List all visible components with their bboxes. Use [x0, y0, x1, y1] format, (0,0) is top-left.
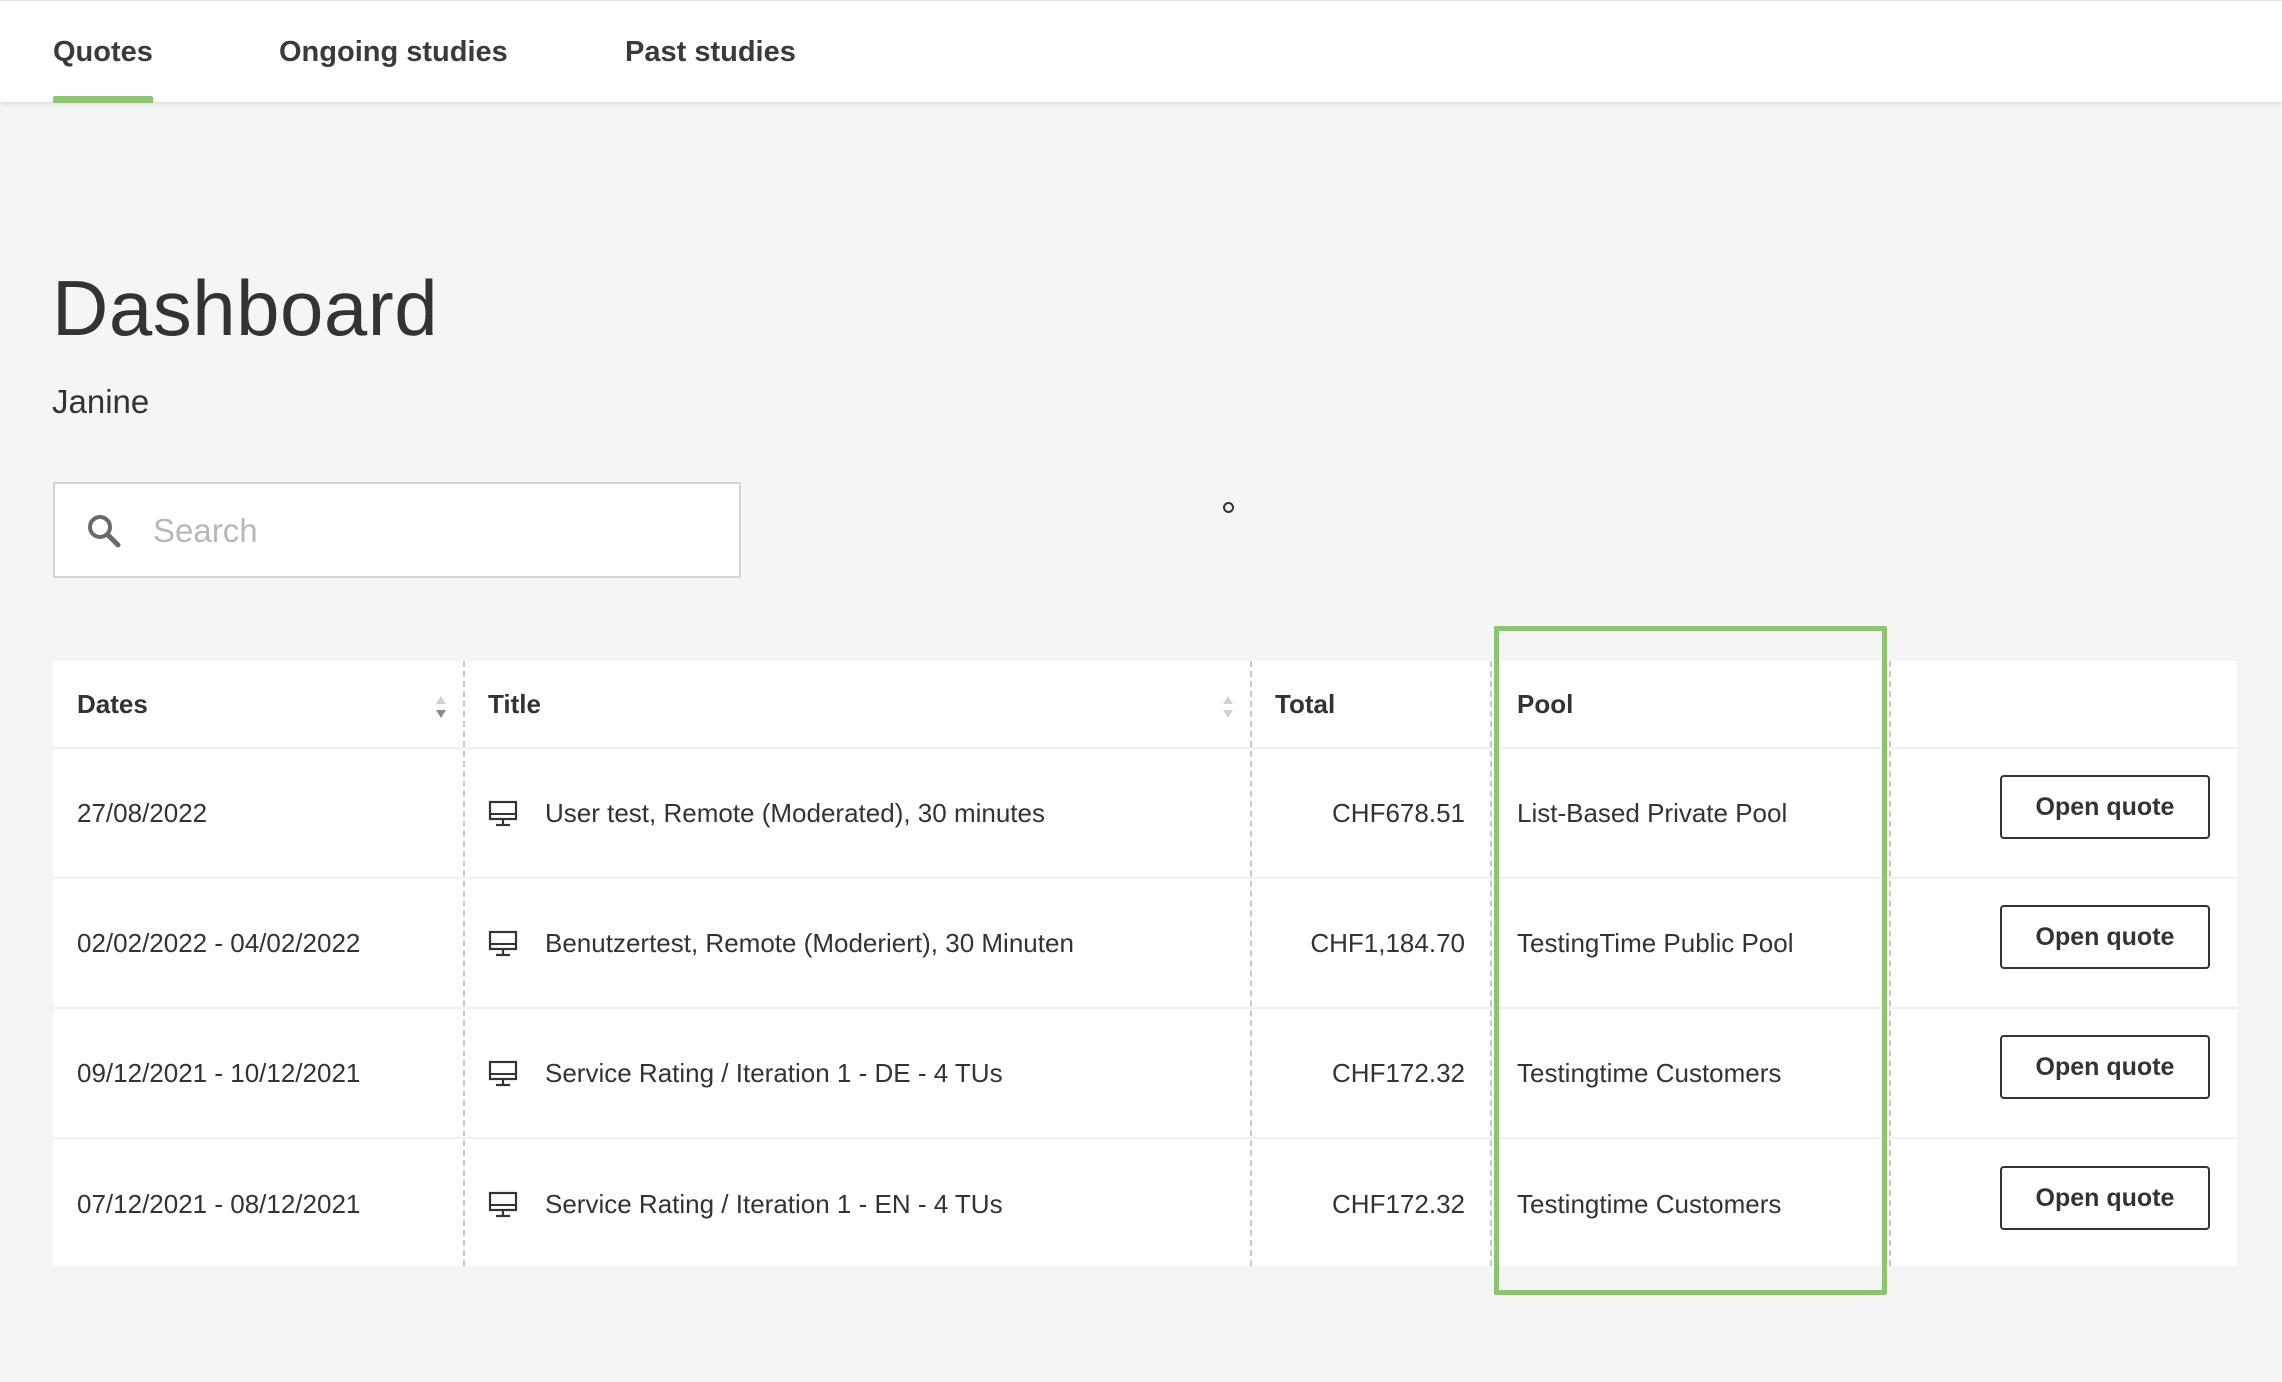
mouse-cursor	[1223, 502, 1234, 513]
cell-pool: Testingtime Customers	[1517, 1057, 1782, 1088]
quotes-table: Dates Title Total Pool 27/08/2022 User t…	[53, 661, 2237, 1266]
cell-title-text: Benutzertest, Remote (Moderiert), 30 Min…	[545, 927, 1074, 958]
column-header-actions	[1891, 661, 2237, 747]
cell-total: CHF172.32	[1332, 1057, 1465, 1088]
cell-title: User test, Remote (Moderated), 30 minute…	[464, 749, 1250, 877]
search-box[interactable]	[53, 482, 741, 578]
table-header-row: Dates Title Total Pool	[53, 661, 2237, 749]
cell-title-text: Service Rating / Iteration 1 - EN - 4 TU…	[545, 1188, 1003, 1219]
monitor-icon	[488, 930, 518, 957]
cell-title-text: User test, Remote (Moderated), 30 minute…	[545, 797, 1045, 828]
table-row: 27/08/2022 User test, Remote (Moderated)…	[53, 749, 2237, 879]
tab-quotes[interactable]: Quotes	[53, 1, 153, 103]
column-header-title[interactable]: Title	[464, 661, 1250, 747]
column-header-label: Pool	[1517, 688, 1574, 719]
cell-action: Open quote	[1891, 749, 2237, 877]
cell-title: Benutzertest, Remote (Moderiert), 30 Min…	[464, 879, 1250, 1007]
column-header-pool: Pool	[1491, 661, 1891, 747]
cell-action: Open quote	[1891, 1139, 2237, 1269]
cell-total: CHF172.32	[1332, 1188, 1465, 1219]
sort-arrows-icon[interactable]	[1222, 694, 1234, 720]
open-quote-button[interactable]: Open quote	[2000, 1035, 2210, 1099]
column-divider	[1889, 661, 1891, 1266]
column-header-label: Total	[1275, 688, 1336, 719]
cell-dates: 09/12/2021 - 10/12/2021	[77, 1057, 361, 1088]
cell-title: Service Rating / Iteration 1 - DE - 4 TU…	[464, 1009, 1250, 1137]
cell-title: Service Rating / Iteration 1 - EN - 4 TU…	[464, 1139, 1250, 1269]
column-divider	[1490, 661, 1492, 1266]
cell-dates: 07/12/2021 - 08/12/2021	[77, 1188, 361, 1219]
table-row: 02/02/2022 - 04/02/2022 Benutzertest, Re…	[53, 879, 2237, 1009]
open-quote-button[interactable]: Open quote	[2000, 1166, 2210, 1230]
cell-title-text: Service Rating / Iteration 1 - DE - 4 TU…	[545, 1057, 1003, 1088]
cell-action: Open quote	[1891, 879, 2237, 1007]
cell-pool: Testingtime Customers	[1517, 1188, 1782, 1219]
table-row: 07/12/2021 - 08/12/2021 Service Rating /…	[53, 1139, 2237, 1269]
monitor-icon	[488, 1191, 518, 1218]
sort-arrows-icon[interactable]	[435, 694, 447, 720]
cell-dates: 27/08/2022	[77, 797, 208, 828]
column-header-label: Title	[488, 688, 541, 719]
cell-total: CHF678.51	[1332, 797, 1465, 828]
user-name: Janine	[52, 383, 150, 420]
top-navigation: Quotes Ongoing studies Past studies	[0, 0, 2282, 103]
page-title: Dashboard	[52, 264, 439, 352]
cell-pool: List-Based Private Pool	[1517, 797, 1788, 828]
column-divider	[1250, 661, 1252, 1266]
tab-ongoing-studies[interactable]: Ongoing studies	[279, 1, 508, 103]
open-quote-button[interactable]: Open quote	[2000, 775, 2210, 839]
column-header-label: Dates	[77, 688, 148, 719]
search-icon	[88, 515, 121, 548]
open-quote-button[interactable]: Open quote	[2000, 905, 2210, 969]
monitor-icon	[488, 800, 518, 827]
column-header-dates[interactable]: Dates	[53, 661, 463, 747]
cell-dates: 02/02/2022 - 04/02/2022	[77, 927, 361, 958]
search-input[interactable]	[151, 484, 725, 578]
cell-action: Open quote	[1891, 1009, 2237, 1137]
monitor-icon	[488, 1060, 518, 1087]
cell-total: CHF1,184.70	[1310, 927, 1465, 958]
table-row: 09/12/2021 - 10/12/2021 Service Rating /…	[53, 1009, 2237, 1139]
column-divider	[463, 661, 465, 1266]
tab-past-studies[interactable]: Past studies	[625, 1, 796, 103]
cell-pool: TestingTime Public Pool	[1517, 927, 1794, 958]
column-header-total: Total	[1251, 661, 1489, 747]
